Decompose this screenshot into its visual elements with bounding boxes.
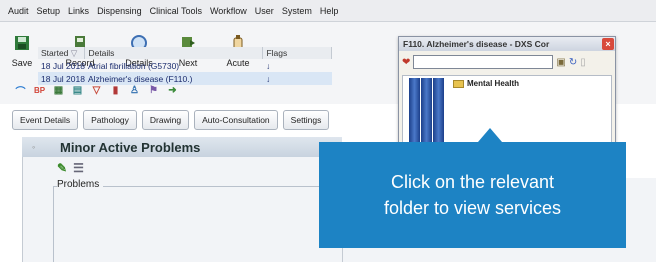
menu-help[interactable]: Help	[320, 6, 339, 16]
heart-icon[interactable]: ❤	[402, 57, 410, 68]
save-label: Save	[11, 58, 33, 68]
problems-table: Started ▽ Details Flags 18 Jul 2018 Atri…	[38, 47, 332, 85]
scales-icon[interactable]: ▦	[52, 84, 65, 97]
notes-icon[interactable]: ▤	[71, 84, 84, 97]
col-details[interactable]: Details	[84, 47, 264, 59]
flag-icon[interactable]: ⚑	[147, 84, 160, 97]
menu-links[interactable]: Links	[68, 6, 89, 16]
list-icon[interactable]: ☰	[73, 161, 84, 175]
problems-panel: ✎ ☰ Problems	[22, 157, 343, 262]
book-icon[interactable]: ▮	[109, 84, 122, 97]
beaker-icon[interactable]: ▽	[90, 84, 103, 97]
add-problem-icon[interactable]: ✎	[57, 161, 67, 175]
row-started: 18 Jul 2018	[41, 60, 85, 71]
tab-bar: Event Details Pathology Drawing Auto-Con…	[12, 110, 330, 130]
callout-line-2: folder to view services	[383, 198, 562, 218]
callout-tooltip: Click on the relevant folder to view ser…	[319, 142, 626, 248]
popup-search-row: ❤ ▣ ↻ ▯	[402, 55, 586, 69]
row-flag-icon: ↓	[262, 72, 332, 85]
tab-settings[interactable]: Settings	[282, 110, 330, 130]
popup-search-input[interactable]	[413, 55, 554, 69]
table-row[interactable]: 18 Jul 2018 Atrial fibrillation (G5730) …	[38, 59, 332, 72]
popup-title: F110. Alzheimer's disease - DXS Cor	[403, 39, 550, 49]
bp-icon[interactable]: BP	[33, 84, 46, 97]
book-spine[interactable]	[409, 78, 420, 144]
popup-folder-tree: Mental Health	[402, 75, 612, 147]
panel-icons: ✎ ☰	[57, 161, 84, 175]
book-spine[interactable]	[433, 78, 444, 144]
menu-audit[interactable]: Audit	[8, 6, 29, 16]
callout-arrow	[478, 128, 502, 142]
folder-open-icon[interactable]: ▣	[556, 57, 565, 68]
arrow-right-icon[interactable]: ➜	[166, 84, 179, 97]
small-toolbar: ⌒ BP ▦ ▤ ▽ ▮ ♙ ⚑ ➜	[14, 84, 179, 98]
tab-pathology[interactable]: Pathology	[83, 110, 137, 130]
row-details: Atrial fibrillation (G5730)	[87, 60, 180, 71]
folder-icon	[453, 79, 464, 88]
menu-clinical-tools[interactable]: Clinical Tools	[150, 6, 202, 16]
row-flag-icon: ↓	[265, 60, 271, 71]
person-icon[interactable]: ♙	[128, 84, 141, 97]
pin-icon[interactable]: ◦	[32, 142, 35, 152]
folder-mental-health[interactable]: Mental Health	[453, 79, 519, 88]
document-icon[interactable]: ▯	[580, 57, 586, 68]
problems-group	[53, 186, 343, 262]
col-flags[interactable]: Flags	[262, 47, 332, 59]
menu-system[interactable]: System	[282, 6, 312, 16]
dxs-popup-window: F110. Alzheimer's disease - DXS Cor × ❤ …	[398, 36, 616, 150]
refresh-icon[interactable]: ↻	[569, 57, 577, 68]
tab-auto-consultation[interactable]: Auto-Consultation	[194, 110, 278, 130]
save-icon	[13, 34, 31, 52]
chart-icon[interactable]: ⌒	[14, 84, 27, 98]
popup-title-bar: F110. Alzheimer's disease - DXS Cor ×	[399, 37, 615, 51]
menu-bar: Audit Setup Links Dispensing Clinical To…	[0, 0, 656, 22]
menu-user[interactable]: User	[255, 6, 274, 16]
menu-setup[interactable]: Setup	[37, 6, 61, 16]
menu-dispensing[interactable]: Dispensing	[97, 6, 142, 16]
folder-label: Mental Health	[467, 79, 520, 88]
col-started[interactable]: Started ▽	[38, 47, 86, 59]
tab-drawing[interactable]: Drawing	[141, 110, 190, 130]
callout-line-1: Click on the relevant	[390, 172, 555, 192]
panel-header: ◦ Minor Active Problems	[22, 137, 342, 157]
tab-event-details[interactable]: Event Details	[12, 110, 79, 130]
problems-label: Problems	[57, 179, 104, 190]
close-icon[interactable]: ×	[602, 38, 614, 50]
panel-title: Minor Active Problems	[60, 139, 201, 155]
row-details: Alzheimer's disease (F110.)	[84, 72, 263, 85]
menu-workflow[interactable]: Workflow	[210, 6, 247, 16]
table-row[interactable]: 18 Jul 2018 Alzheimer's disease (F110.) …	[38, 72, 332, 85]
book-spine[interactable]	[421, 78, 432, 144]
row-started: 18 Jul 2018	[38, 72, 85, 85]
